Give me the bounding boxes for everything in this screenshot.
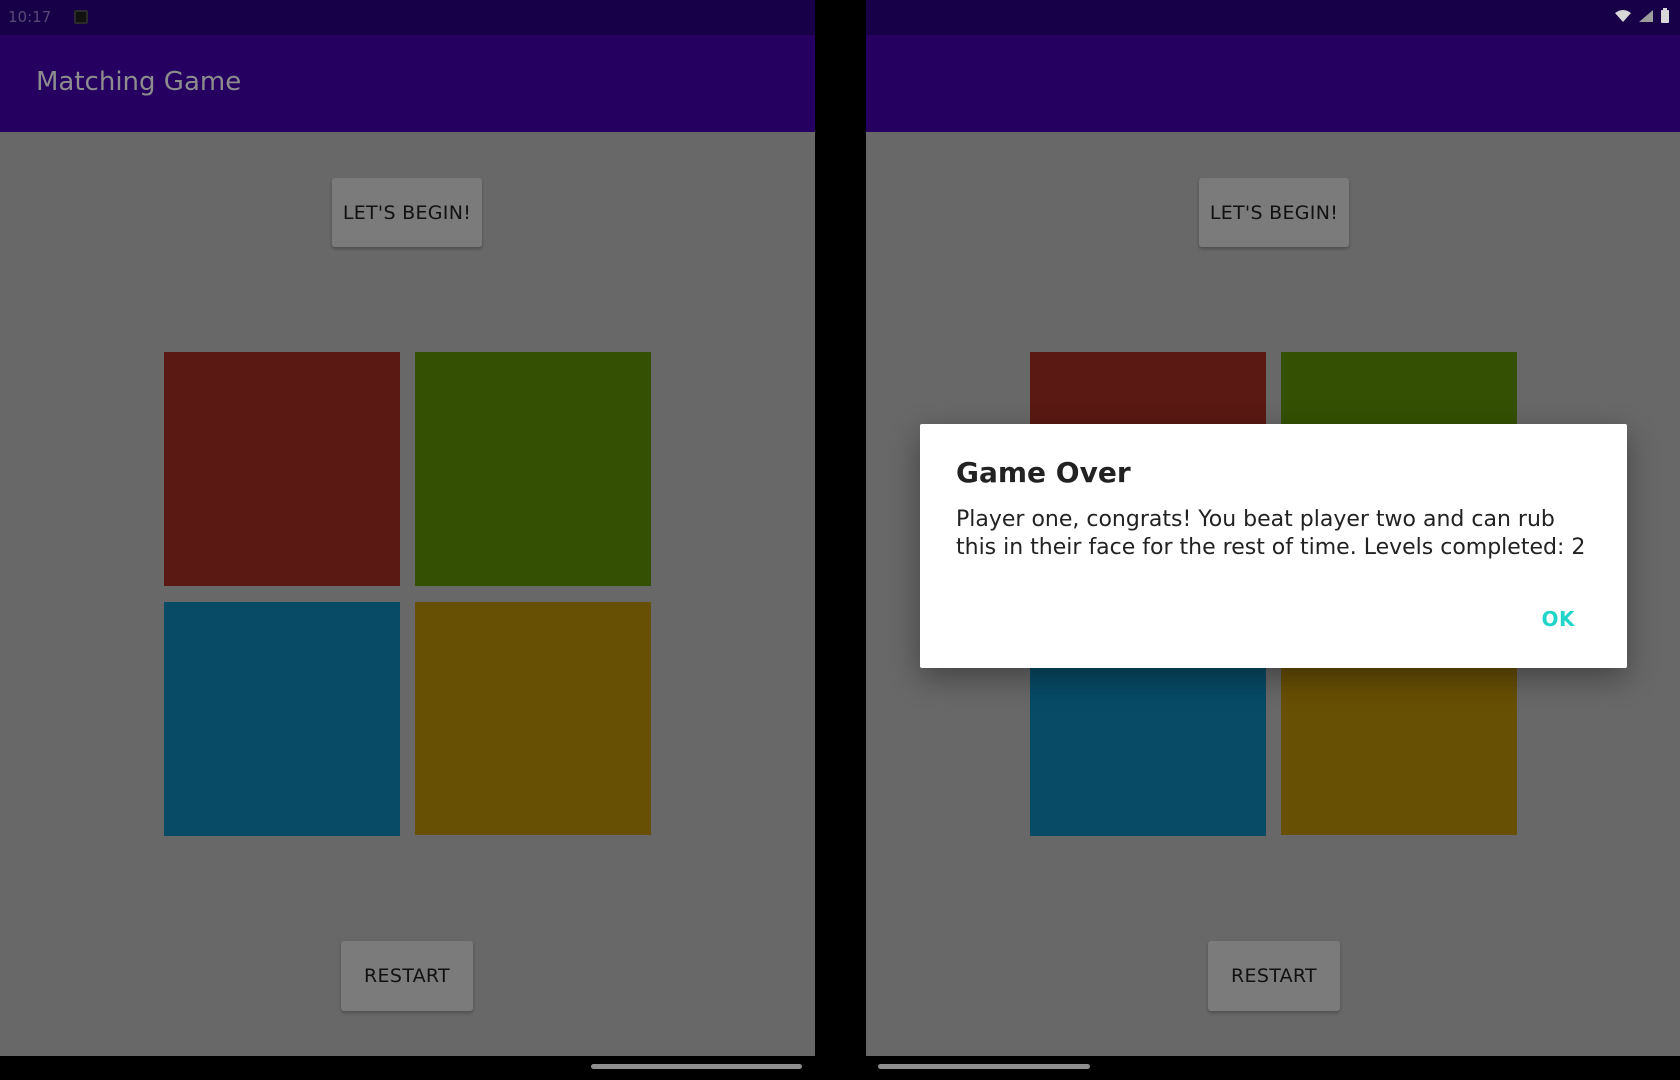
status-time: 10:17 [8,8,52,26]
dialog-title: Game Over [956,456,1131,489]
app-bar-right [866,35,1680,132]
app-bar: Matching Game [0,35,815,132]
tile-yellow[interactable] [415,602,651,835]
screen-hinge [815,0,866,1080]
tile-green[interactable] [415,352,651,586]
lets-begin-button-right[interactable]: LET'S BEGIN! [1199,178,1349,247]
ok-button[interactable]: OK [1542,607,1576,631]
gesture-handle-right[interactable] [878,1064,1090,1069]
status-bar: 10:17 [0,0,815,35]
status-bar-right [866,0,1680,35]
right-screen: LET'S BEGIN! RESTART Game Over Player on… [866,0,1680,1056]
restart-button-right[interactable]: RESTART [1208,941,1340,1011]
signal-icon [1638,9,1654,23]
game-over-dialog: Game Over Player one, congrats! You beat… [920,424,1627,668]
tile-red[interactable] [164,352,400,586]
restart-button[interactable]: RESTART [341,941,473,1011]
tile-blue[interactable] [164,602,400,836]
gesture-handle-left[interactable] [591,1064,802,1069]
left-screen: 10:17 Matching Game LET'S BEGIN! RESTART [0,0,815,1056]
wifi-icon [1614,9,1632,23]
lets-begin-button[interactable]: LET'S BEGIN! [332,178,482,247]
battery-icon [1660,8,1670,24]
app-title: Matching Game [36,67,242,97]
notification-icon [74,10,88,24]
system-icons [1614,8,1670,24]
dialog-message: Player one, congrats! You beat player tw… [956,507,1586,560]
